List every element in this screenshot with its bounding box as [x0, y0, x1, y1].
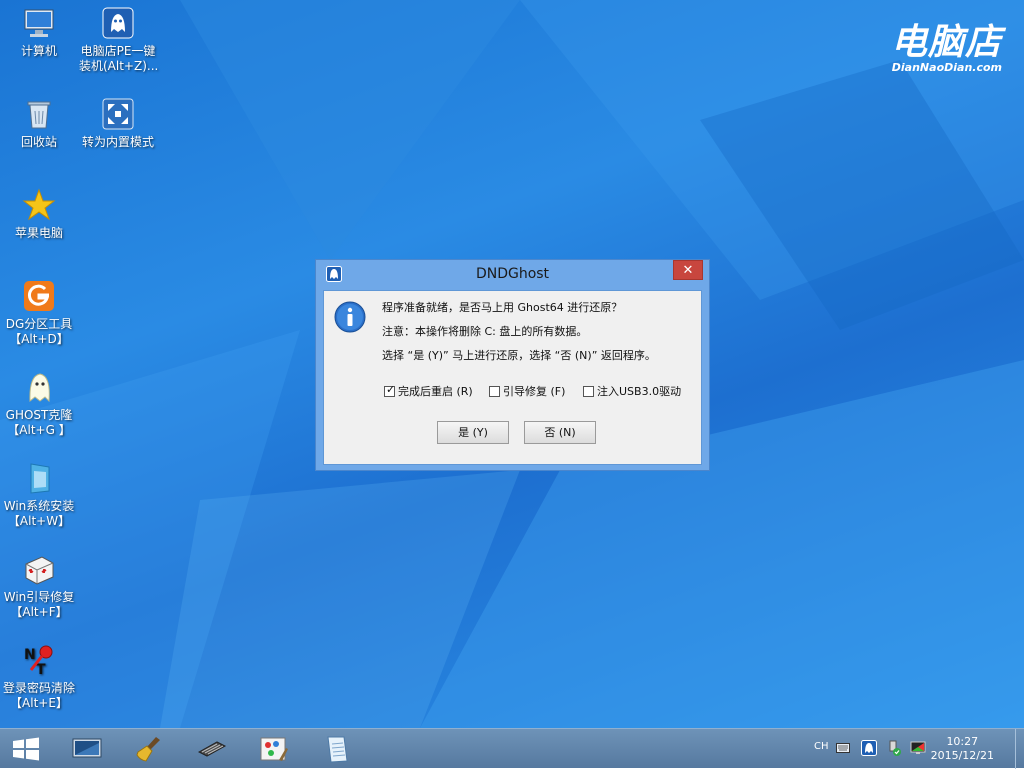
desktop-icon-computer[interactable]: 计算机 — [0, 6, 78, 59]
desktop-icon-recycle-bin[interactable]: 回收站 — [0, 97, 78, 150]
desktop-icon-label-2: 【Alt+E】 — [10, 696, 68, 710]
brand-url: DianNaoDian.com — [891, 61, 1002, 74]
brand-name: 电脑店 — [890, 22, 1002, 63]
svg-text:N: N — [24, 647, 36, 663]
desktop-icon-label: 电脑店PE一键 — [80, 44, 156, 58]
dndghost-dialog: DNDGhost ✕ 程序准备就绪，是否马上用 Ghost64 进行还原？ 注意… — [315, 259, 710, 471]
boot-repair-checkbox-label: 引导修复 (F) — [503, 385, 566, 398]
desktop-icon-label: Win系统安装 — [3, 499, 75, 513]
checkmark-icon: ✓ — [386, 383, 396, 396]
dialog-body: 程序准备就绪，是否马上用 Ghost64 进行还原？ 注意：本操作将删除 C: … — [323, 290, 702, 465]
usb3-driver-checkbox-label: 注入USB3.0驱动 — [597, 385, 682, 398]
first-aid-kit-icon — [25, 556, 54, 585]
yes-button[interactable]: 是 (Y) — [437, 421, 509, 444]
clock[interactable]: 10:27 2015/12/21 — [931, 735, 994, 763]
clock-date: 2015/12/21 — [930, 749, 994, 762]
broom-icon[interactable] — [134, 734, 164, 764]
desktop-icon-label: 转为内置模式 — [81, 135, 154, 149]
nt-key-icon: N T — [24, 645, 53, 677]
desktop-icon-win-install[interactable]: Win系统安装 【Alt+W】 — [0, 461, 78, 529]
usb-safe-remove-icon[interactable] — [886, 740, 902, 756]
dialog-message-1: 程序准备就绪，是否马上用 Ghost64 进行还原？ — [382, 301, 623, 314]
paint-icon[interactable] — [259, 734, 289, 764]
taskbar: CH 10:27 2015/12/21 — [0, 728, 1024, 769]
desktop-icon-label-2: 【Alt+F】 — [10, 605, 68, 619]
recycle-bin-icon — [27, 101, 51, 129]
desktop-icon-label: GHOST克隆 — [5, 408, 73, 422]
dg-partition-icon — [24, 281, 54, 311]
keyboard-icon[interactable] — [836, 742, 850, 754]
dialog-message-3: 选择 “是 (Y)” 马上进行还原，选择 “否 (N)” 返回程序。 — [382, 349, 656, 362]
close-button[interactable]: ✕ — [673, 260, 703, 280]
brand-logo: 电脑店 DianNaoDian.com — [891, 24, 1002, 74]
ghost-app-icon — [102, 7, 134, 39]
checkbox-box[interactable] — [583, 386, 594, 397]
desktop-icon-ghost[interactable]: GHOST克隆 【Alt+G 】 — [0, 370, 78, 438]
boot-repair-checkbox[interactable]: 引导修复 (F) — [489, 383, 565, 399]
desktop-icon-label-2: 装机(Alt+Z)... — [79, 59, 159, 73]
desktop-icon-label: Win引导修复 — [3, 590, 75, 604]
desktop-icon-label: 回收站 — [20, 135, 57, 149]
desktop-icon-boot-repair[interactable]: Win引导修复 【Alt+F】 — [0, 552, 78, 620]
display-icon[interactable] — [910, 740, 926, 756]
no-button[interactable]: 否 (N) — [524, 421, 596, 444]
dialog-title: DNDGhost — [475, 266, 550, 282]
desktop-icon-label-2: 【Alt+D】 — [9, 332, 69, 346]
desktop-icon-dnd-installer[interactable]: 电脑店PE一键 装机(Alt+Z)... — [79, 6, 159, 74]
desktop-icon-label: 苹果电脑 — [14, 226, 63, 240]
desktop-icon-label: DG分区工具 — [5, 317, 73, 331]
notepad-icon[interactable] — [322, 734, 352, 764]
desktop-icon-label: 登录密码清除 — [2, 681, 75, 695]
info-icon — [334, 301, 366, 333]
memory-icon[interactable] — [197, 734, 227, 764]
dialog-message-2: 注意：本操作将删除 C: 盘上的所有数据。 — [382, 325, 588, 338]
svg-text:T: T — [36, 662, 46, 677]
desktop: 计算机 电脑店PE一键 装机(Alt+Z)... 回收站 转为内置模式 苹果电脑… — [0, 0, 1024, 728]
desktop-icon-dg-partition[interactable]: DG分区工具 【Alt+D】 — [0, 279, 78, 347]
checkbox-box[interactable] — [489, 386, 500, 397]
restart-checkbox[interactable]: ✓ 完成后重启 (R) — [384, 383, 473, 399]
desktop-icon-label-2: 【Alt+G 】 — [7, 423, 71, 437]
ime-indicator[interactable]: CH — [814, 741, 829, 752]
desktop-icon-label-2: 【Alt+W】 — [7, 514, 71, 528]
desktop-icon-label: 计算机 — [20, 44, 57, 58]
clock-time: 10:27 — [946, 735, 979, 748]
ghost-tray-icon[interactable] — [861, 740, 877, 756]
star-icon — [22, 188, 56, 221]
windows-disc-icon — [30, 463, 50, 494]
desktop-icon-apple[interactable]: 苹果电脑 — [0, 188, 78, 241]
computer-icon — [24, 9, 54, 37]
restart-checkbox-label: 完成后重启 (R) — [398, 385, 473, 398]
ghost-icon — [29, 373, 50, 403]
dialog-titlebar[interactable]: DNDGhost ✕ — [316, 260, 709, 288]
start-icon[interactable] — [12, 737, 40, 761]
expand-arrows-icon — [102, 98, 134, 130]
usb3-driver-checkbox[interactable]: 注入USB3.0驱动 — [583, 383, 681, 399]
desktop-icon-builtin-mode[interactable]: 转为内置模式 — [79, 97, 157, 150]
checkbox-box[interactable]: ✓ — [384, 383, 396, 397]
desktop-icon-password-clear[interactable]: N T 登录密码清除 【Alt+E】 — [0, 643, 78, 711]
show-desktop-button[interactable] — [1015, 729, 1024, 769]
screen-icon[interactable] — [72, 734, 102, 764]
